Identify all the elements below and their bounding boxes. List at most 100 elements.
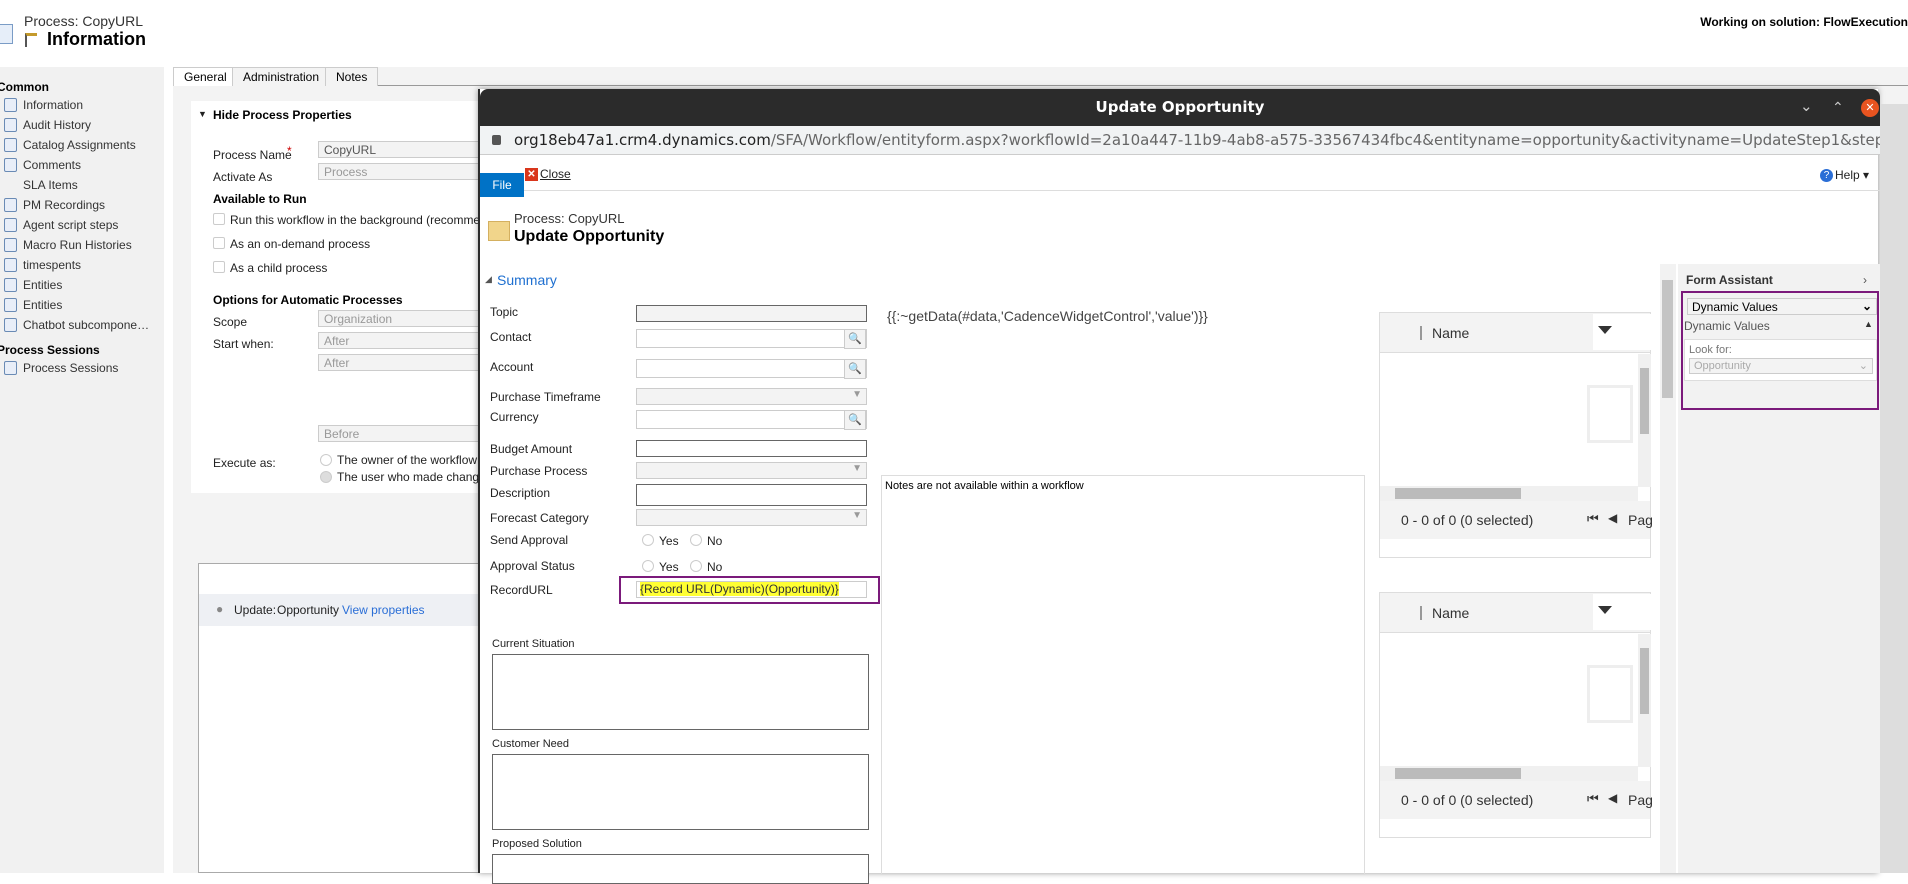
filter-icon[interactable] (1598, 326, 1612, 334)
scope-label: Scope (213, 315, 248, 329)
grid-header: Name (1380, 593, 1651, 633)
form-assistant-panel: Form Assistant › Dynamic Values ⌄ Dynamic… (1678, 264, 1880, 873)
budget-field[interactable] (636, 440, 867, 457)
filter-icon[interactable] (1598, 606, 1612, 614)
collapse-panel-icon[interactable]: › (1863, 273, 1867, 287)
subgrid-1: Name 0 - 0 of 0 (0 selected) ⏮ ◀ Pag (1379, 312, 1653, 558)
notes-text: Notes are not available within a workflo… (885, 480, 1084, 492)
send-approval-no-radio[interactable] (690, 534, 702, 546)
scrollbar-thumb[interactable] (1395, 768, 1521, 779)
customer-need-field[interactable] (492, 754, 869, 830)
name-column-header[interactable]: Name (1432, 605, 1469, 621)
child-process-checkbox[interactable] (213, 261, 225, 273)
tab-administration[interactable]: Administration (232, 67, 331, 86)
sidebar-item-audit-history[interactable]: Audit History (23, 118, 91, 132)
account-field[interactable]: 🔍 (636, 359, 867, 379)
first-page-icon[interactable]: ⏮ (1587, 511, 1599, 527)
help-button[interactable]: Help ▾ (1835, 168, 1869, 182)
user-radio[interactable] (320, 471, 332, 483)
dynamic-values-section[interactable]: Dynamic Values (1684, 319, 1770, 333)
activate-as-label: Activate As (213, 170, 273, 184)
address-bar[interactable]: org18eb47a1.crm4.dynamics.com/SFA/Workfl… (480, 126, 1880, 155)
sidebar-item-timespents[interactable]: timespents (23, 258, 81, 272)
currency-field[interactable]: 🔍 (636, 410, 867, 430)
solution-label: Working on solution: FlowExecution (1700, 15, 1908, 29)
owner-radio[interactable] (320, 454, 332, 466)
description-field[interactable] (636, 484, 867, 506)
look-for-select[interactable]: Opportunity ⌄ (1689, 358, 1873, 374)
scrollbar-thumb[interactable] (1640, 648, 1649, 714)
collapse-up-icon[interactable]: ▲ (1864, 319, 1873, 329)
vertical-scrollbar[interactable] (1638, 634, 1651, 767)
current-situation-field[interactable] (492, 654, 869, 730)
lookup-icon[interactable]: 🔍 (844, 410, 866, 430)
grid-footer: 0 - 0 of 0 (0 selected) ⏮ ◀ Pag (1380, 501, 1653, 539)
close-window-icon[interactable]: ✕ (1861, 99, 1879, 117)
help-label: Help (1835, 168, 1860, 182)
lookup-icon[interactable]: 🔍 (844, 329, 866, 349)
dynamic-values-select[interactable]: Dynamic Values ⌄ (1687, 298, 1877, 315)
first-page-icon[interactable]: ⏮ (1587, 791, 1599, 807)
scrollbar-thumb[interactable] (1640, 368, 1649, 434)
topic-field[interactable] (636, 305, 867, 322)
close-button[interactable]: Close (540, 167, 571, 181)
ribbon-toolbar: File ✕ Close ? Help ▾ (480, 155, 1880, 197)
dialog-process-label: Process: CopyURL (514, 211, 625, 226)
form-scrollbar[interactable] (1660, 264, 1676, 873)
sidebar-item-entities[interactable]: Entities (23, 278, 62, 292)
purchase-timeframe-select[interactable]: ▼ (636, 388, 867, 405)
maximize-icon[interactable]: ⌃ (1832, 99, 1844, 116)
sidebar-item-process-sessions[interactable]: Process Sessions (23, 361, 118, 375)
purchase-process-select[interactable]: ▼ (636, 462, 867, 479)
file-button[interactable]: File (480, 173, 524, 197)
dialog-heading: Update Opportunity (514, 228, 664, 246)
section-collapse-icon[interactable]: ◢ (485, 274, 492, 285)
collapse-icon[interactable]: ▼ (198, 109, 207, 119)
hide-properties-toggle[interactable]: Hide Process Properties (213, 108, 352, 122)
on-demand-checkbox[interactable] (213, 237, 225, 249)
sidebar-item-information[interactable]: Information (23, 98, 83, 112)
minimize-icon[interactable]: ⌄ (1800, 97, 1813, 115)
dynamic-values-select-value: Dynamic Values (1692, 300, 1778, 314)
forecast-select[interactable]: ▼ (636, 509, 867, 526)
owner-radio-label: The owner of the workflow (337, 453, 478, 467)
close-icon: ✕ (525, 168, 538, 181)
subgrid-2: Name 0 - 0 of 0 (0 selected) ⏮ ◀ Pag (1379, 592, 1653, 838)
grid-footer: 0 - 0 of 0 (0 selected) ⏮ ◀ Pag (1380, 781, 1653, 819)
tab-notes[interactable]: Notes (325, 67, 379, 86)
chevron-down-icon: ▼ (852, 510, 862, 521)
sidebar-item-catalog-assignments[interactable]: Catalog Assignments (23, 138, 136, 152)
name-column-header[interactable]: Name (1432, 325, 1469, 341)
approval-status-no-radio[interactable] (690, 560, 702, 572)
sidebar-item-agent-script-steps[interactable]: Agent script steps (23, 218, 118, 232)
sidebar-item-sla-items[interactable]: SLA Items (23, 178, 78, 192)
background-checkbox-label: Run this workflow in the background (rec… (230, 213, 511, 227)
summary-section[interactable]: Summary (497, 272, 557, 288)
proposed-solution-field[interactable] (492, 854, 869, 884)
scrollbar-thumb[interactable] (1662, 280, 1673, 398)
page-title: Information (47, 29, 146, 49)
approval-status-yes-radio[interactable] (642, 560, 654, 572)
previous-page-icon[interactable]: ◀ (1608, 791, 1617, 805)
sidebar-item-chatbot[interactable]: Chatbot subcompone… (23, 318, 149, 332)
entity-icon (4, 238, 17, 252)
tab-general[interactable]: General (173, 67, 238, 86)
send-approval-yes-radio[interactable] (642, 534, 654, 546)
column-divider (1420, 326, 1422, 340)
sidebar-item-entities-2[interactable]: Entities (23, 298, 62, 312)
sidebar-item-macro-run-histories[interactable]: Macro Run Histories (23, 238, 132, 252)
background-checkbox[interactable] (213, 213, 225, 225)
horizontal-scrollbar[interactable] (1380, 486, 1638, 501)
horizontal-scrollbar[interactable] (1380, 766, 1638, 781)
sidebar-item-comments[interactable]: Comments (23, 158, 81, 172)
view-properties-link[interactable]: View properties (342, 603, 425, 617)
lookup-icon[interactable]: 🔍 (844, 359, 866, 379)
sidebar-item-pm-recordings[interactable]: PM Recordings (23, 198, 105, 212)
bullet-icon: ● (216, 602, 224, 616)
contact-field[interactable]: 🔍 (636, 329, 867, 349)
scrollbar-thumb[interactable] (1395, 488, 1521, 499)
record-url-field[interactable]: {Record URL(Dynamic)(Opportunity)} (636, 581, 867, 598)
previous-page-icon[interactable]: ◀ (1608, 511, 1617, 525)
process-name-label: Process Name (213, 148, 292, 162)
vertical-scrollbar[interactable] (1638, 354, 1651, 487)
